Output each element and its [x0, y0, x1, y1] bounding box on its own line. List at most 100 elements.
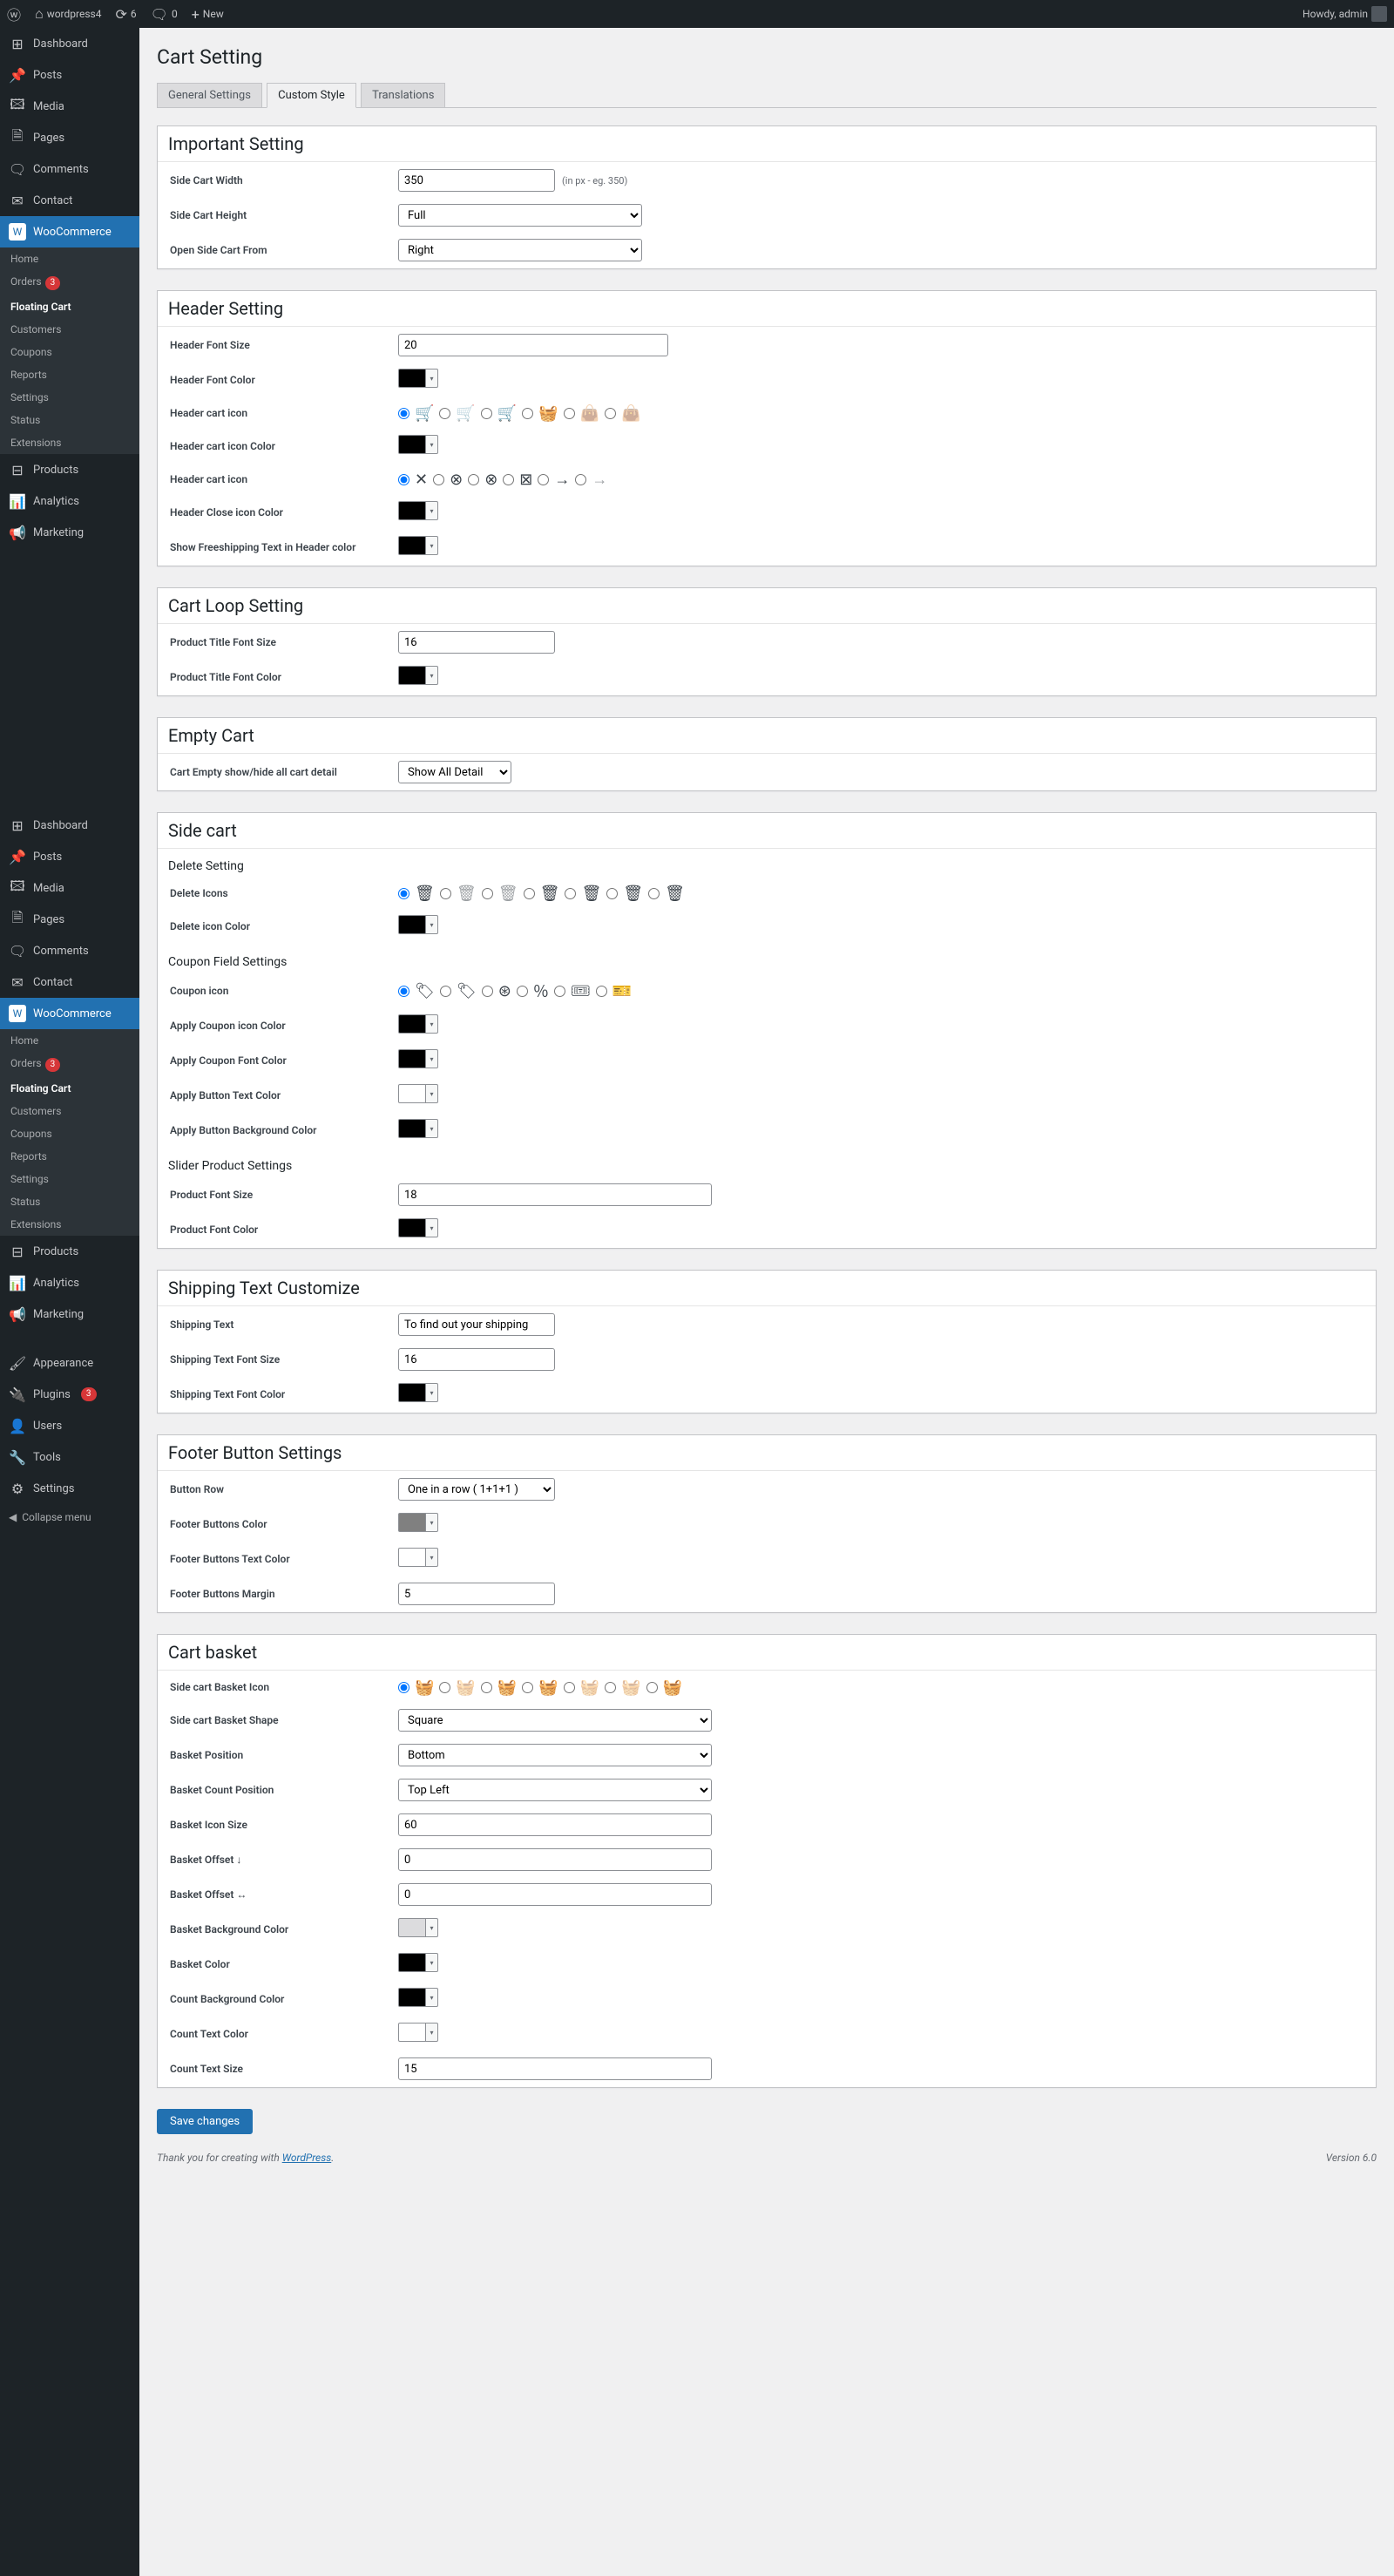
- count-bg-color-picker[interactable]: ▾: [398, 1988, 438, 2007]
- menu-dashboard[interactable]: ⊞Dashboard: [0, 28, 139, 59]
- submenu-status[interactable]: Status: [0, 409, 139, 431]
- menu-appearance[interactable]: 🖌Appearance: [0, 1347, 139, 1379]
- menu-marketing-2[interactable]: 📢Marketing: [0, 1298, 139, 1330]
- menu-analytics-2[interactable]: 📊Analytics: [0, 1267, 139, 1298]
- count-text-color-picker[interactable]: ▾: [398, 2023, 438, 2042]
- footer-margin-input[interactable]: [398, 1583, 555, 1605]
- submenu-orders-2[interactable]: Orders3: [0, 1052, 139, 1077]
- header-font-color-picker[interactable]: ▾: [398, 369, 438, 388]
- open-from-select[interactable]: Right: [398, 239, 642, 261]
- new-link[interactable]: +New: [192, 6, 224, 23]
- menu-media-2[interactable]: 🖾Media: [0, 872, 139, 904]
- menu-plugins[interactable]: 🔌Plugins3: [0, 1379, 139, 1410]
- bask-opt-4[interactable]: [522, 1682, 533, 1693]
- menu-settings-main[interactable]: ⚙Settings: [0, 1473, 139, 1504]
- basket-bg-color-picker[interactable]: ▾: [398, 1918, 438, 1937]
- menu-contact-2[interactable]: ✉Contact: [0, 966, 139, 998]
- close-icon-opt-4[interactable]: [503, 474, 514, 485]
- basket-position-select[interactable]: Bottom: [398, 1744, 712, 1766]
- menu-products-2[interactable]: ⊟Products: [0, 1236, 139, 1267]
- coup-opt-5[interactable]: [554, 986, 565, 997]
- bask-opt-3[interactable]: [481, 1682, 492, 1693]
- submenu-customers-2[interactable]: Customers: [0, 1100, 139, 1122]
- tab-custom-style[interactable]: Custom Style: [267, 83, 356, 108]
- apply-btn-bg-color-picker[interactable]: ▾: [398, 1119, 438, 1138]
- side-cart-height-select[interactable]: Full: [398, 204, 642, 227]
- bask-opt-7[interactable]: [646, 1682, 658, 1693]
- button-row-select[interactable]: One in a row ( 1+1+1 ): [398, 1478, 555, 1501]
- del-opt-4[interactable]: [524, 888, 535, 899]
- del-opt-6[interactable]: [606, 888, 618, 899]
- apply-coupon-icon-color-picker[interactable]: ▾: [398, 1014, 438, 1034]
- basket-offset-x-input[interactable]: [398, 1883, 712, 1906]
- close-icon-opt-1[interactable]: [398, 474, 409, 485]
- header-font-size-input[interactable]: [398, 334, 668, 356]
- cart-icon-opt-5[interactable]: [564, 408, 575, 419]
- submenu-settings[interactable]: Settings: [0, 386, 139, 409]
- footer-color-picker[interactable]: ▾: [398, 1513, 438, 1532]
- howdy-link[interactable]: Howdy, admin: [1303, 6, 1387, 22]
- basket-offset-y-input[interactable]: [398, 1848, 712, 1871]
- submenu-settings-2[interactable]: Settings: [0, 1168, 139, 1190]
- menu-analytics[interactable]: 📊Analytics: [0, 485, 139, 517]
- save-changes-button[interactable]: Save changes: [157, 2109, 253, 2134]
- del-opt-2[interactable]: [440, 888, 451, 899]
- cart-icon-opt-2[interactable]: [439, 408, 450, 419]
- submenu-coupons-2[interactable]: Coupons: [0, 1122, 139, 1145]
- basket-shape-select[interactable]: Square: [398, 1709, 712, 1732]
- del-opt-1[interactable]: [398, 888, 409, 899]
- submenu-extensions[interactable]: Extensions: [0, 431, 139, 454]
- collapse-menu[interactable]: ◀Collapse menu: [0, 1504, 139, 1530]
- shipping-text-input[interactable]: [398, 1313, 555, 1336]
- tab-general[interactable]: General Settings: [157, 83, 262, 107]
- apply-coupon-font-color-picker[interactable]: ▾: [398, 1049, 438, 1068]
- cart-icon-opt-1[interactable]: [398, 408, 409, 419]
- header-freeship-color-picker[interactable]: ▾: [398, 536, 438, 555]
- cart-icon-opt-6[interactable]: [605, 408, 616, 419]
- basket-icon-size-input[interactable]: [398, 1813, 712, 1836]
- submenu-customers[interactable]: Customers: [0, 318, 139, 341]
- menu-media[interactable]: 🖾Media: [0, 91, 139, 122]
- close-icon-opt-3[interactable]: [468, 474, 479, 485]
- del-opt-5[interactable]: [565, 888, 576, 899]
- submenu-status-2[interactable]: Status: [0, 1190, 139, 1213]
- menu-contact[interactable]: ✉Contact: [0, 185, 139, 216]
- bask-opt-5[interactable]: [564, 1682, 575, 1693]
- menu-dashboard-2[interactable]: ⊞Dashboard: [0, 810, 139, 841]
- menu-comments-2[interactable]: 🗨Comments: [0, 935, 139, 966]
- coup-opt-1[interactable]: [398, 986, 409, 997]
- bask-opt-1[interactable]: [398, 1682, 409, 1693]
- coup-opt-2[interactable]: [440, 986, 451, 997]
- bask-opt-2[interactable]: [439, 1682, 450, 1693]
- menu-users[interactable]: 👤Users: [0, 1410, 139, 1441]
- count-text-size-input[interactable]: [398, 2057, 712, 2080]
- wp-logo[interactable]: ⓦ: [7, 3, 21, 24]
- site-link[interactable]: ⌂wordpress4: [35, 5, 101, 23]
- pt-font-size-input[interactable]: [398, 631, 555, 654]
- delete-icon-color-picker[interactable]: ▾: [398, 915, 438, 934]
- menu-posts[interactable]: 📌Posts: [0, 59, 139, 91]
- submenu-extensions-2[interactable]: Extensions: [0, 1213, 139, 1236]
- submenu-reports[interactable]: Reports: [0, 363, 139, 386]
- updates-link[interactable]: ⟳6: [115, 6, 136, 23]
- comments-link[interactable]: 🗨0: [151, 6, 178, 23]
- close-icon-opt-5[interactable]: [538, 474, 549, 485]
- menu-tools[interactable]: 🔧Tools: [0, 1441, 139, 1473]
- footer-text-color-picker[interactable]: ▾: [398, 1548, 438, 1567]
- submenu-home-2[interactable]: Home: [0, 1029, 139, 1052]
- pt-font-color-picker[interactable]: ▾: [398, 666, 438, 685]
- del-opt-7[interactable]: [648, 888, 660, 899]
- menu-comments[interactable]: 🗨Comments: [0, 153, 139, 185]
- submenu-home[interactable]: Home: [0, 247, 139, 270]
- bask-opt-6[interactable]: [605, 1682, 616, 1693]
- submenu-floating-cart[interactable]: Floating Cart: [0, 295, 139, 318]
- basket-color-picker[interactable]: ▾: [398, 1953, 438, 1972]
- submenu-coupons[interactable]: Coupons: [0, 341, 139, 363]
- shipping-font-color-picker[interactable]: ▾: [398, 1383, 438, 1402]
- coup-opt-6[interactable]: [596, 986, 607, 997]
- header-cart-icon-color-picker[interactable]: ▾: [398, 435, 438, 454]
- close-icon-opt-6[interactable]: [575, 474, 586, 485]
- menu-woocommerce[interactable]: WWooCommerce: [0, 216, 139, 247]
- header-close-icon-color-picker[interactable]: ▾: [398, 501, 438, 520]
- cart-icon-opt-3[interactable]: [481, 408, 492, 419]
